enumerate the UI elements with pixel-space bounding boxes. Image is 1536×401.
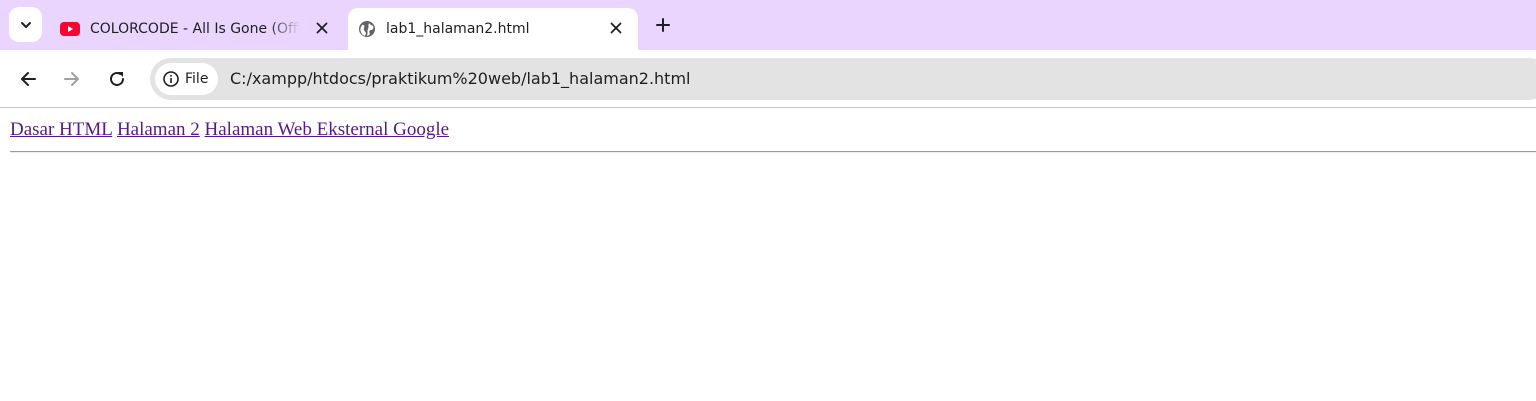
arrow-right-icon [64,72,79,86]
youtube-icon [60,22,80,36]
page-nav-links: Dasar HTML Halaman 2 Halaman Web Ekstern… [10,119,449,141]
back-button[interactable] [15,66,41,92]
plus-icon [656,18,670,32]
tab-strip: COLORCODE - All Is Gone (Offic lab1_hala… [0,0,1536,50]
tab-title: lab1_halaman2.html [386,21,530,37]
reload-button[interactable] [104,66,130,92]
chevron-down-icon [20,21,31,28]
link-dasar-html[interactable]: Dasar HTML [10,119,112,140]
close-icon [316,22,328,34]
tab-search-button[interactable] [9,7,42,42]
browser-toolbar: File C:/xampp/htdocs/praktikum%20web/lab… [0,50,1536,107]
info-icon [163,71,179,87]
link-google-external[interactable]: Halaman Web Eksternal Google [205,119,450,140]
globe-icon [359,21,375,37]
url-text[interactable]: C:/xampp/htdocs/praktikum%20web/lab1_hal… [230,69,690,88]
tab-close-button[interactable] [606,18,626,38]
horizontal-rule [10,151,1536,153]
close-icon [610,22,622,34]
page-content: Dasar HTML Halaman 2 Halaman Web Ekstern… [0,108,1536,401]
site-chip-label: File [185,71,209,87]
browser-window: COLORCODE - All Is Gone (Offic lab1_hala… [0,0,1536,401]
new-tab-button[interactable] [651,13,675,37]
tab-lab1-halaman2[interactable]: lab1_halaman2.html [348,8,638,50]
tab-youtube[interactable]: COLORCODE - All Is Gone (Offic [48,8,344,50]
site-info-chip[interactable]: File [155,63,219,95]
tab-close-button[interactable] [312,18,332,38]
forward-button[interactable] [59,66,85,92]
reload-icon [110,71,124,86]
address-bar[interactable]: File C:/xampp/htdocs/praktikum%20web/lab… [150,58,1536,100]
arrow-left-icon [21,72,36,86]
link-halaman-2[interactable]: Halaman 2 [117,119,200,140]
tab-title: COLORCODE - All Is Gone (Offic [90,21,300,37]
